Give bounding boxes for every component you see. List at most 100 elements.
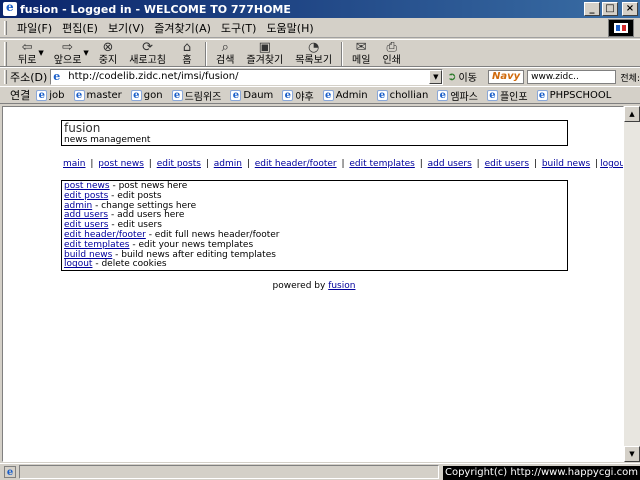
link-page-icon: e [282,89,294,101]
link-page-icon: e [376,89,388,101]
refresh-icon: ⟳ [142,40,154,55]
address-field[interactable]: e ▼ [50,68,444,85]
search-button[interactable]: ⌕ 검색 [210,40,240,68]
nav-edit-users[interactable]: edit users [485,159,529,169]
link-master[interactable]: e master [73,89,122,101]
menu-link-logout[interactable]: logout [64,259,92,269]
home-button[interactable]: ⌂ 홈 [172,40,202,68]
link-label: 플인포 [499,91,528,103]
maximize-button[interactable]: □ [602,2,618,16]
powered-link[interactable]: fusion [328,281,355,291]
menu-link-edit-posts[interactable]: edit posts [64,191,108,201]
link-yahoo[interactable]: e 야후 [282,88,314,103]
menu-link-edit-header-footer[interactable]: edit header/footer [64,230,146,240]
menu-help[interactable]: 도움말(H) [261,20,318,36]
scroll-up-icon[interactable]: ▲ [624,106,640,122]
mail-button[interactable]: ✉ 메일 [346,40,376,68]
page-viewport: fusion news management main | post news … [2,106,624,462]
nav-edit-header-footer[interactable]: edit header/footer [255,159,337,169]
navy-logo[interactable]: Navy [488,70,525,84]
address-label: 주소(D) [10,70,48,84]
ie-app-icon [3,0,17,16]
scroll-down-icon[interactable]: ▼ [624,446,640,462]
link-empas[interactable]: e 엠파스 [437,88,478,103]
go-button[interactable]: ➲ 이동 [447,69,477,84]
nav-separator: | [148,159,152,169]
back-label: 뒤로 [18,55,37,66]
nav-separator: | [341,159,345,169]
toolbar-grip[interactable] [4,42,7,66]
history-icon: ◔ [307,40,320,55]
forward-dropdown-icon[interactable]: ▼ [83,49,88,57]
nav-main[interactable]: main [63,159,86,169]
menu-link-add-users[interactable]: add users [64,210,108,220]
menu-desc: - post news here [109,181,188,191]
link-admin[interactable]: e Admin [322,89,368,101]
forward-button[interactable]: ⇨ 앞으로 [48,40,88,68]
link-job[interactable]: e job [36,89,65,101]
menu-link-post-news[interactable]: post news [64,181,110,191]
menu-desc: - edit full news header/footer [145,229,280,240]
menu-link-edit-templates[interactable]: edit templates [64,240,129,250]
vertical-scrollbar[interactable]: ▲ ▼ [624,106,640,462]
print-button[interactable]: ⎙ 인쇄 [376,40,406,68]
addressbar-grip[interactable] [4,69,7,84]
menu-edit[interactable]: 편집(E) [57,20,103,36]
powered-by: powered by fusion [3,281,623,291]
address-input[interactable] [68,69,429,84]
navy-search-input[interactable]: www.zidc.. [527,70,617,84]
link-page-icon: e [36,89,48,101]
links-label[interactable]: 연결 [10,87,30,103]
favorites-button[interactable]: ▣ 즐겨찾기 [240,40,289,68]
menu-desc: - build news after editing templates [112,249,276,260]
windows-logo-icon [614,23,628,33]
menu-link-admin[interactable]: admin [64,201,92,211]
nav-build-news[interactable]: build news [542,159,590,169]
nav-admin[interactable]: admin [214,159,242,169]
close-button[interactable]: × [622,2,638,16]
address-dropdown-icon[interactable]: ▼ [429,69,443,84]
nav-separator: | [533,159,537,169]
link-gon[interactable]: e gon [130,89,163,101]
nav-add-users[interactable]: add users [428,159,472,169]
link-label: Admin [335,89,368,101]
link-info[interactable]: e 플인포 [486,88,528,103]
menu-link-edit-users[interactable]: edit users [64,220,108,230]
forward-arrow-icon: ⇨ [62,40,74,55]
menu-file[interactable]: 파일(F) [12,20,57,36]
link-daum[interactable]: e Daum [230,89,273,101]
menu-link-build-news[interactable]: build news [64,250,112,260]
nav-logout[interactable]: logout [600,159,623,169]
back-dropdown-icon[interactable]: ▼ [38,49,43,57]
nav-post-news[interactable]: post news [98,159,144,169]
menu-tools[interactable]: 도구(T) [216,20,262,36]
menu-desc: - change settings here [92,200,197,211]
refresh-label: 새로고침 [129,55,167,66]
menu-favorites[interactable]: 즐겨찾기(A) [149,20,216,36]
refresh-button[interactable]: ⟳ 새로고침 [123,40,172,68]
search-icon: ⌕ [221,40,229,55]
link-chollian[interactable]: e chollian [376,89,429,101]
link-phpschool[interactable]: e PHPSCHOOL [536,89,611,101]
minimize-button[interactable]: _ [584,2,600,16]
navy-all-label[interactable]: 전체: [620,71,640,84]
stop-button[interactable]: ⊗ 중지 [93,40,123,68]
window-controls: _ □ × [584,2,638,16]
page-icon: e [53,69,61,83]
link-page-icon: e [322,89,334,101]
nav-separator: | [246,159,250,169]
toolbar-separator [205,42,208,66]
menu-view[interactable]: 보기(V) [103,20,149,36]
menu-desc: - edit posts [108,190,162,201]
nav-edit-templates[interactable]: edit templates [349,159,414,169]
link-dreamwiz[interactable]: e 드림위즈 [171,88,221,103]
menubar-grip[interactable] [4,20,7,35]
link-label: 야후 [295,91,314,103]
powered-text: powered by [272,281,326,291]
nav-separator: | [476,159,480,169]
search-label: 검색 [216,55,235,66]
nav-separator: | [90,159,94,169]
history-button[interactable]: ◔ 목록보기 [289,40,338,68]
nav-edit-posts[interactable]: edit posts [157,159,201,169]
link-label: chollian [389,89,429,101]
